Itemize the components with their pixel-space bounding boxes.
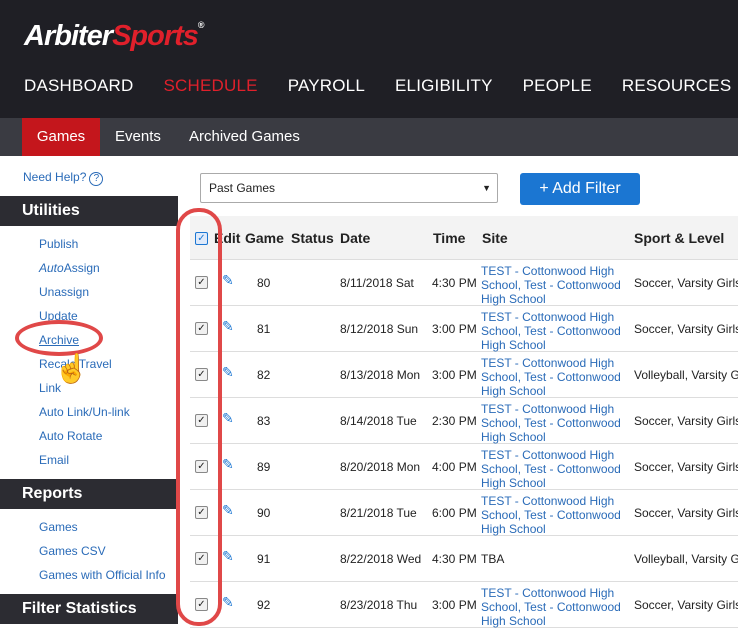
game-date: 8/22/2018 Wed — [340, 552, 422, 566]
game-time: 4:00 PM — [432, 460, 477, 474]
nav-eligibility[interactable]: ELIGIBILITY — [395, 76, 493, 96]
table-row[interactable]: ✓ ✎ 80 8/11/2018 Sat 4:30 PM TEST - Cott… — [190, 260, 738, 306]
game-sport-level: Soccer, Varsity Girls — [634, 276, 738, 290]
game-number: 89 — [257, 460, 271, 474]
table-header: ✓ Edit Game Status Date Time Site Sport … — [190, 216, 738, 260]
game-time: 3:00 PM — [432, 368, 477, 382]
add-filter-button[interactable]: + Add Filter — [520, 173, 640, 205]
game-number: 90 — [257, 506, 271, 520]
game-number: 80 — [257, 276, 271, 290]
edit-pencil-icon[interactable]: ✎ — [222, 272, 234, 289]
edit-pencil-icon[interactable]: ✎ — [222, 364, 234, 381]
table-row[interactable]: ✓ ✎ 89 8/20/2018 Mon 4:00 PM TEST - Cott… — [190, 444, 738, 490]
help-icon: ? — [89, 172, 104, 186]
game-time: 6:00 PM — [432, 506, 477, 520]
game-filter-dropdown[interactable]: Past Games ▼ — [200, 173, 498, 203]
edit-pencil-icon[interactable]: ✎ — [222, 548, 234, 565]
game-site[interactable]: TEST - Cottonwood High School, Test - Co… — [481, 402, 629, 444]
game-sport-level: Soccer, Varsity Girls — [634, 414, 738, 428]
game-number: 92 — [257, 598, 271, 612]
edit-pencil-icon[interactable]: ✎ — [222, 502, 234, 519]
plus-icon: + — [539, 180, 549, 197]
game-site[interactable]: TEST - Cottonwood High School, Test - Co… — [481, 356, 629, 398]
col-site[interactable]: Site — [482, 230, 508, 246]
link-autoassign[interactable]: AutoAssign — [39, 261, 100, 275]
game-sport-level: Volleyball, Varsity G — [634, 368, 738, 382]
game-number: 82 — [257, 368, 271, 382]
game-time: 2:30 PM — [432, 414, 477, 428]
sidebar: Need Help?? Utilities Publish AutoAssign… — [0, 156, 178, 632]
edit-pencil-icon[interactable]: ✎ — [222, 456, 234, 473]
game-date: 8/23/2018 Thu — [340, 598, 418, 612]
game-site[interactable]: TEST - Cottonwood High School, Test - Co… — [481, 494, 629, 536]
link-report-games[interactable]: Games — [39, 520, 78, 534]
main-navigation: DASHBOARD SCHEDULE PAYROLL ELIGIBILITY P… — [24, 76, 731, 96]
col-game[interactable]: Game — [245, 230, 284, 246]
game-sport-level: Soccer, Varsity Girls — [634, 322, 738, 336]
edit-pencil-icon[interactable]: ✎ — [222, 410, 234, 427]
table-row[interactable]: ✓ ✎ 91 8/22/2018 Wed 4:30 PM TBA Volleyb… — [190, 536, 738, 582]
col-sport-level[interactable]: Sport & Level — [634, 230, 724, 246]
tab-archived-games[interactable]: Archived Games — [189, 118, 300, 156]
table-row[interactable]: ✓ ✎ 92 8/23/2018 Thu 3:00 PM TEST - Cott… — [190, 582, 738, 628]
nav-schedule[interactable]: SCHEDULE — [164, 76, 258, 96]
archive-highlight-ring — [15, 320, 103, 356]
game-time: 3:00 PM — [432, 598, 477, 612]
game-date: 8/20/2018 Mon — [340, 460, 421, 474]
game-date: 8/12/2018 Sun — [340, 322, 419, 336]
section-filter-statistics: Filter Statistics — [0, 594, 178, 624]
section-reports: Reports — [0, 479, 178, 509]
game-site[interactable]: TEST - Cottonwood High School, Test - Co… — [481, 264, 629, 306]
nav-people[interactable]: PEOPLE — [523, 76, 592, 96]
game-date: 8/11/2018 Sat — [340, 276, 414, 290]
top-header: ArbiterSports® DASHBOARD SCHEDULE PAYROL… — [0, 0, 738, 118]
game-date: 8/13/2018 Mon — [340, 368, 421, 382]
link-report-games-csv[interactable]: Games CSV — [39, 544, 106, 558]
link-auto-link-unlink[interactable]: Auto Link/Un-link — [39, 405, 130, 419]
edit-pencil-icon[interactable]: ✎ — [222, 318, 234, 335]
table-row[interactable]: ✓ ✎ 90 8/21/2018 Tue 6:00 PM TEST - Cott… — [190, 490, 738, 536]
col-date[interactable]: Date — [340, 230, 370, 246]
game-number: 81 — [257, 322, 271, 336]
tab-events[interactable]: Events — [115, 118, 161, 156]
col-status[interactable]: Status — [291, 230, 334, 246]
arbitersports-logo[interactable]: ArbiterSports® — [24, 20, 205, 53]
game-date: 8/14/2018 Tue — [340, 414, 417, 428]
link-publish[interactable]: Publish — [39, 237, 78, 251]
game-number: 91 — [257, 552, 271, 566]
table-row[interactable]: ✓ ✎ 83 8/14/2018 Tue 2:30 PM TEST - Cott… — [190, 398, 738, 444]
table-row[interactable]: ✓ ✎ 81 8/12/2018 Sun 3:00 PM TEST - Cott… — [190, 306, 738, 352]
game-site[interactable]: TEST - Cottonwood High School, Test - Co… — [481, 448, 629, 490]
game-sport-level: Soccer, Varsity Girls — [634, 598, 738, 612]
tab-games[interactable]: Games — [22, 118, 100, 156]
sub-navigation: Games Events Archived Games — [0, 118, 738, 156]
main-content: Past Games ▼ + Add Filter ✓ Edit Game Sta… — [178, 156, 738, 632]
chevron-down-icon: ▼ — [482, 183, 491, 193]
link-report-official-info[interactable]: Games with Official Info — [39, 568, 166, 582]
game-sport-level: Volleyball, Varsity Girl — [634, 552, 738, 566]
nav-dashboard[interactable]: DASHBOARD — [24, 76, 134, 96]
game-site: TBA — [481, 552, 505, 566]
hand-cursor-icon: ☝ — [54, 353, 89, 384]
nav-resources[interactable]: RESOURCES — [622, 76, 732, 96]
link-auto-rotate[interactable]: Auto Rotate — [39, 429, 102, 443]
game-time: 3:00 PM — [432, 322, 477, 336]
edit-pencil-icon[interactable]: ✎ — [222, 594, 234, 611]
nav-payroll[interactable]: PAYROLL — [288, 76, 365, 96]
section-utilities: Utilities — [0, 196, 178, 226]
need-help-link[interactable]: Need Help?? — [23, 170, 104, 186]
game-time: 4:30 PM — [432, 552, 477, 566]
game-sport-level: Soccer, Varsity Girls — [634, 460, 738, 474]
game-site[interactable]: TEST - Cottonwood High School, Test - Co… — [481, 310, 629, 352]
game-date: 8/21/2018 Tue — [340, 506, 417, 520]
game-number: 83 — [257, 414, 271, 428]
link-email[interactable]: Email — [39, 453, 69, 467]
checkbox-column-highlight-ring — [176, 208, 222, 626]
col-time[interactable]: Time — [433, 230, 465, 246]
game-time: 4:30 PM — [432, 276, 477, 290]
game-site[interactable]: TEST - Cottonwood High School, Test - Co… — [481, 586, 629, 628]
table-row[interactable]: ✓ ✎ 82 8/13/2018 Mon 3:00 PM TEST - Cott… — [190, 352, 738, 398]
link-unassign[interactable]: Unassign — [39, 285, 89, 299]
game-sport-level: Soccer, Varsity Girls — [634, 506, 738, 520]
